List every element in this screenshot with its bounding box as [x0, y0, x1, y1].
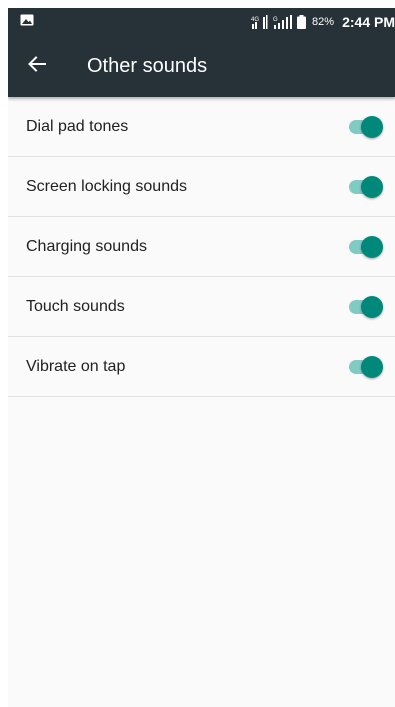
setting-label: Touch sounds — [26, 297, 125, 315]
switch-thumb — [361, 295, 383, 318]
setting-label: Screen locking sounds — [26, 177, 187, 195]
battery-percentage: 82% — [312, 16, 335, 28]
setting-row-vibrate-on-tap[interactable]: Vibrate on tap — [8, 337, 395, 397]
toggle-switch[interactable] — [347, 355, 385, 379]
status-bar: 4G G 82% 2:44 PM — [8, 8, 395, 36]
toggle-switch[interactable] — [347, 235, 385, 259]
battery-icon — [297, 15, 307, 29]
screen: 4G G 82% 2:44 PM Other sounds Dial pad t… — [8, 8, 395, 707]
setting-label: Dial pad tones — [26, 117, 129, 135]
setting-label: Charging sounds — [26, 237, 147, 255]
settings-list: Dial pad tones Screen locking sounds Cha… — [8, 97, 395, 397]
setting-row-dial-pad-tones[interactable]: Dial pad tones — [8, 97, 395, 157]
toggle-switch[interactable] — [347, 295, 385, 319]
setting-row-touch-sounds[interactable]: Touch sounds — [8, 277, 395, 337]
switch-thumb — [361, 175, 383, 198]
signal-icon: 4G — [251, 15, 269, 29]
image-notification-icon — [20, 13, 34, 31]
switch-thumb — [361, 235, 383, 258]
toggle-switch[interactable] — [347, 175, 385, 199]
arrow-back-icon — [28, 56, 46, 77]
app-bar: Other sounds — [8, 36, 395, 97]
clock: 2:44 PM — [342, 14, 395, 30]
page-title: Other sounds — [87, 55, 208, 77]
signal-icon: G — [273, 15, 293, 29]
setting-label: Vibrate on tap — [26, 357, 126, 375]
back-button[interactable] — [8, 36, 66, 97]
setting-row-charging-sounds[interactable]: Charging sounds — [8, 217, 395, 277]
network-type-label: G — [273, 17, 278, 23]
switch-thumb — [361, 355, 383, 378]
setting-row-screen-locking-sounds[interactable]: Screen locking sounds — [8, 157, 395, 217]
switch-thumb — [361, 115, 383, 138]
toggle-switch[interactable] — [347, 115, 385, 139]
